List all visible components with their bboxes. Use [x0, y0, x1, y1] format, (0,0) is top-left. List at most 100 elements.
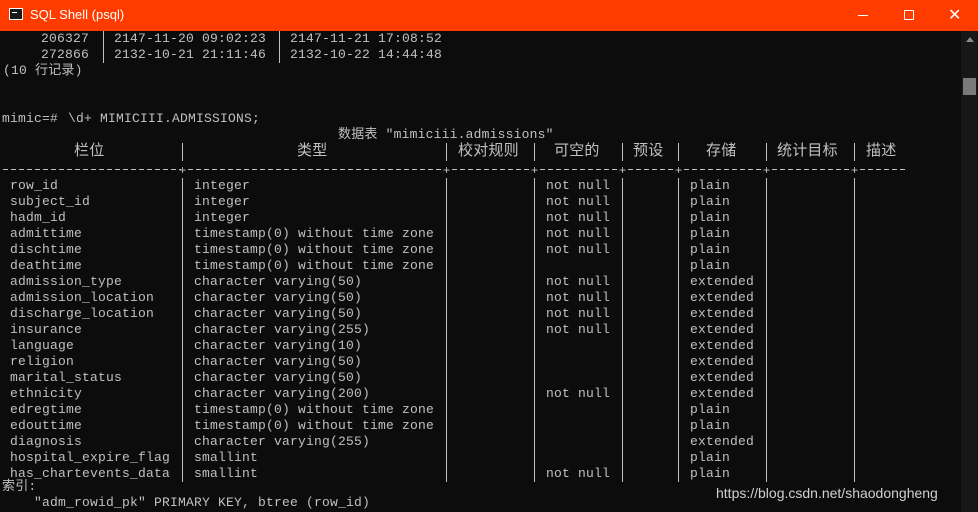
column-separator — [182, 434, 183, 450]
column-separator — [446, 242, 447, 258]
column-separator — [446, 226, 447, 242]
cell-type: character varying(50) — [194, 290, 363, 305]
cell-column-name: edouttime — [10, 418, 83, 433]
column-separator — [678, 306, 679, 322]
column-separator — [279, 47, 280, 63]
column-separator — [446, 210, 447, 226]
column-separator — [766, 258, 767, 274]
index-row: "adm_rowid_pk" PRIMARY KEY, btree (row_i… — [0, 495, 370, 511]
column-separator — [622, 386, 623, 402]
column-separator — [446, 178, 447, 194]
column-separator — [854, 178, 855, 194]
title-bar[interactable]: SQL Shell (psql) ✕ — [0, 0, 978, 31]
column-separator — [622, 143, 623, 161]
cell-column-name: admission_type — [10, 274, 123, 289]
cell-type: timestamp(0) without time zone — [194, 242, 435, 257]
column-separator — [446, 402, 447, 418]
cell-nullable: not null — [546, 226, 611, 241]
cell-type: character varying(255) — [194, 322, 371, 337]
column-separator — [534, 306, 535, 322]
close-icon: ✕ — [948, 5, 962, 24]
maximize-button[interactable] — [886, 0, 932, 31]
cell-storage: extended — [690, 274, 755, 289]
column-separator — [854, 226, 855, 242]
column-separator — [446, 466, 447, 482]
column-separator — [854, 434, 855, 450]
column-separator — [182, 450, 183, 466]
column-separator — [446, 370, 447, 386]
cell-column-name: dischtime — [10, 242, 83, 257]
command-text: \d+ MIMICIII.ADMISSIONS; — [68, 111, 261, 126]
column-separator — [446, 354, 447, 370]
column-separator — [534, 466, 535, 482]
cell-storage: extended — [690, 434, 755, 449]
column-separator — [854, 370, 855, 386]
column-separator — [678, 450, 679, 466]
column-separator — [622, 338, 623, 354]
column-separator — [534, 370, 535, 386]
cell-column-name: deathtime — [10, 258, 83, 273]
minimize-button[interactable] — [840, 0, 886, 31]
vertical-scrollbar[interactable] — [961, 31, 978, 512]
cell-nullable: not null — [546, 386, 611, 401]
psql-window: SQL Shell (psql) ✕ 206327 2147-11-20 09:… — [0, 0, 978, 512]
cell-storage: extended — [690, 386, 755, 401]
header-column: 栏位 — [74, 143, 105, 160]
cell-column-name: insurance — [10, 322, 83, 337]
close-button[interactable]: ✕ — [932, 0, 978, 31]
cell-nullable: not null — [546, 242, 611, 257]
column-separator — [103, 31, 104, 47]
column-separator — [446, 434, 447, 450]
column-separator — [766, 242, 767, 258]
column-separator — [182, 370, 183, 386]
cell-storage: plain — [690, 402, 731, 417]
column-separator — [182, 274, 183, 290]
column-separator — [766, 274, 767, 290]
column-separator — [678, 354, 679, 370]
cell-column-name: hadm_id — [10, 210, 67, 225]
column-separator — [622, 290, 623, 306]
column-separator — [534, 274, 535, 290]
column-separator — [678, 178, 679, 194]
column-separator — [622, 418, 623, 434]
column-separator — [534, 338, 535, 354]
row-count-text: (10 行记录) — [0, 63, 82, 79]
column-separator — [766, 226, 767, 242]
column-separator — [182, 386, 183, 402]
column-separator — [534, 178, 535, 194]
column-separator — [622, 210, 623, 226]
column-separator — [678, 386, 679, 402]
cell-column-name: hospital_expire_flag — [10, 450, 171, 465]
column-separator — [182, 178, 183, 194]
header-default: 预设 — [633, 143, 664, 160]
cell-column-name: ethnicity — [10, 386, 83, 401]
cell-type: integer — [194, 210, 251, 225]
column-separator — [622, 258, 623, 274]
cell-nullable: not null — [546, 274, 611, 289]
cell-type: character varying(50) — [194, 354, 363, 369]
prev-cell-id: 206327 — [41, 31, 90, 46]
cell-column-name: language — [10, 338, 75, 353]
column-separator — [622, 450, 623, 466]
header-divider: + + + + + + + — [0, 161, 907, 178]
cell-storage: plain — [690, 466, 731, 481]
column-separator — [182, 466, 183, 482]
column-separator — [766, 178, 767, 194]
scroll-up-arrow-icon[interactable] — [966, 37, 974, 42]
cell-nullable: not null — [546, 194, 611, 209]
column-separator — [182, 338, 183, 354]
column-separator — [854, 290, 855, 306]
header-row: 栏位 类型 校对规则 可空的 预设 存储 统计目标 描述 — [0, 143, 896, 161]
console-output[interactable]: 206327 2147-11-20 09:02:23 2147-11-21 17… — [0, 31, 961, 512]
cell-type: character varying(50) — [194, 306, 363, 321]
scroll-thumb[interactable] — [963, 78, 976, 95]
column-separator — [446, 143, 447, 161]
cell-type: timestamp(0) without time zone — [194, 258, 435, 273]
column-separator — [678, 274, 679, 290]
column-separator — [446, 290, 447, 306]
column-separator — [854, 466, 855, 482]
column-separator — [854, 274, 855, 290]
column-separator — [678, 338, 679, 354]
console-app-icon — [9, 8, 23, 20]
header-stats-target: 统计目标 — [777, 143, 838, 160]
